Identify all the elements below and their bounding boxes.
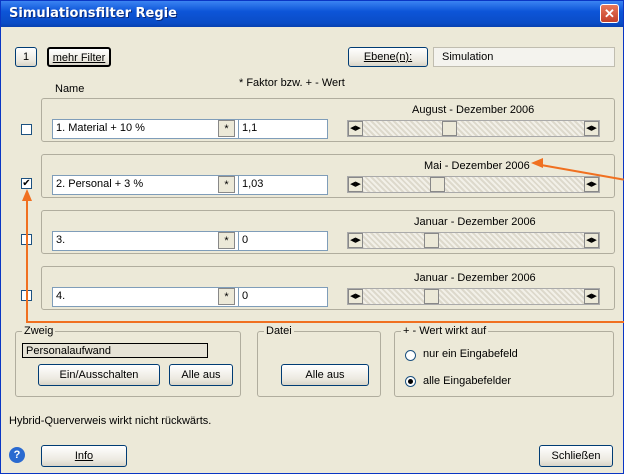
window-title: Simulationsfilter Regie [9,6,177,21]
annotation-arrow-checkbox-line [26,199,28,323]
row-2-period: Mai - Dezember 2006 [424,160,530,172]
levels-value: Simulation [433,47,615,67]
dialog-window: Simulationsfilter Regie ✕ 1 mehr Filter … [0,0,624,474]
row-3-slider-right-arrow[interactable]: ◀▶ [584,233,599,248]
zweig-value: Personalaufwand [22,343,208,358]
datei-label: Datei [264,325,294,337]
filter-row-1: August - Dezember 2006 1. Material + 10 … [41,98,615,142]
row-1-slider-left-arrow[interactable]: ◀▶ [348,121,363,136]
info-label: Info [74,450,94,462]
status-text: Hybrid-Querverweis wirkt nicht rückwärts… [9,415,212,427]
row-4-name-input[interactable]: 4. [52,287,246,307]
annotation-arrow-period-head [531,158,543,168]
title-bar[interactable]: Simulationsfilter Regie ✕ [1,1,623,27]
radio-all-fields[interactable] [405,376,416,387]
zweig-label: Zweig [22,325,56,337]
row-4-period-slider[interactable]: ◀▶ ◀▶ [347,288,600,305]
row-4-slider-thumb[interactable] [424,289,439,304]
row-2-checkbox[interactable]: ✔ [21,178,32,189]
zweig-toggle-button[interactable]: Ein/Ausschalten [38,364,160,386]
row-3-value-input[interactable]: 0 [238,231,328,251]
row-3-slider-thumb[interactable] [424,233,439,248]
radio-single-field[interactable] [405,350,416,361]
datei-group: Datei Alle aus [257,325,381,397]
radio-all-fields-label: alle Eingabefelder [423,375,512,387]
row-3-period: Januar - Dezember 2006 [414,216,536,228]
row-1-period: August - Dezember 2006 [412,104,535,116]
more-filter-button[interactable]: mehr Filter [47,47,111,67]
row-3-slider-left-arrow[interactable]: ◀▶ [348,233,363,248]
row-1-value-input[interactable]: 1,1 [238,119,328,139]
datei-all-off-button[interactable]: Alle aus [281,364,369,386]
row-2-slider-thumb[interactable] [430,177,445,192]
filter-row-2: Mai - Dezember 2006 2. Personal + 3 % * … [41,154,615,198]
close-button[interactable]: Schließen [539,445,613,467]
row-2-value-input[interactable]: 1,03 [238,175,328,195]
column-header-factor: * Faktor bzw. + - Wert [239,77,345,89]
radio-single-field-label: nur ein Eingabefeld [423,348,518,360]
zweig-group: Zweig Personalaufwand Ein/Ausschalten Al… [15,325,241,397]
filter-row-3: Januar - Dezember 2006 3. * 0 ◀▶ ◀▶ [41,210,615,254]
row-4-slider-right-arrow[interactable]: ◀▶ [584,289,599,304]
row-2-slider-left-arrow[interactable]: ◀▶ [348,177,363,192]
row-4-operator-button[interactable]: * [218,288,235,305]
row-3-period-slider[interactable]: ◀▶ ◀▶ [347,232,600,249]
column-header-name: Name [55,83,85,95]
row-4-period: Januar - Dezember 2006 [414,272,536,284]
row-2-slider-right-arrow[interactable]: ◀▶ [584,177,599,192]
help-icon[interactable]: ? [9,447,25,463]
levels-button[interactable]: Ebene(n): [348,47,428,67]
levels-label: Ebene(n): [363,51,413,63]
row-4-value-input[interactable]: 0 [238,287,328,307]
row-1-operator-button[interactable]: * [218,120,235,137]
row-1-name-input[interactable]: 1. Material + 10 % [52,119,246,139]
row-2-name-input[interactable]: 2. Personal + 3 % [52,175,246,195]
row-1-slider-right-arrow[interactable]: ◀▶ [584,121,599,136]
wert-label: + - Wert wirkt auf [401,325,489,337]
row-3-name-input[interactable]: 3. [52,231,246,251]
info-button[interactable]: Info [41,445,127,467]
filter-index-button[interactable]: 1 [15,47,37,67]
more-filter-label: mehr Filter [52,52,106,64]
row-1-checkbox[interactable] [21,124,32,135]
wert-group: + - Wert wirkt auf nur ein Eingabefeld a… [394,325,614,397]
row-3-operator-button[interactable]: * [218,232,235,249]
annotation-arrow-bottom-line [26,321,624,323]
filter-row-4: Januar - Dezember 2006 4. * 0 ◀▶ ◀▶ [41,266,615,310]
row-1-period-slider[interactable]: ◀▶ ◀▶ [347,120,600,137]
zweig-all-off-button[interactable]: Alle aus [169,364,233,386]
row-4-slider-left-arrow[interactable]: ◀▶ [348,289,363,304]
row-2-operator-button[interactable]: * [218,176,235,193]
row-2-period-slider[interactable]: ◀▶ ◀▶ [347,176,600,193]
close-window-button[interactable]: ✕ [600,4,619,23]
annotation-arrow-checkbox-head [22,189,32,201]
row-1-slider-thumb[interactable] [442,121,457,136]
